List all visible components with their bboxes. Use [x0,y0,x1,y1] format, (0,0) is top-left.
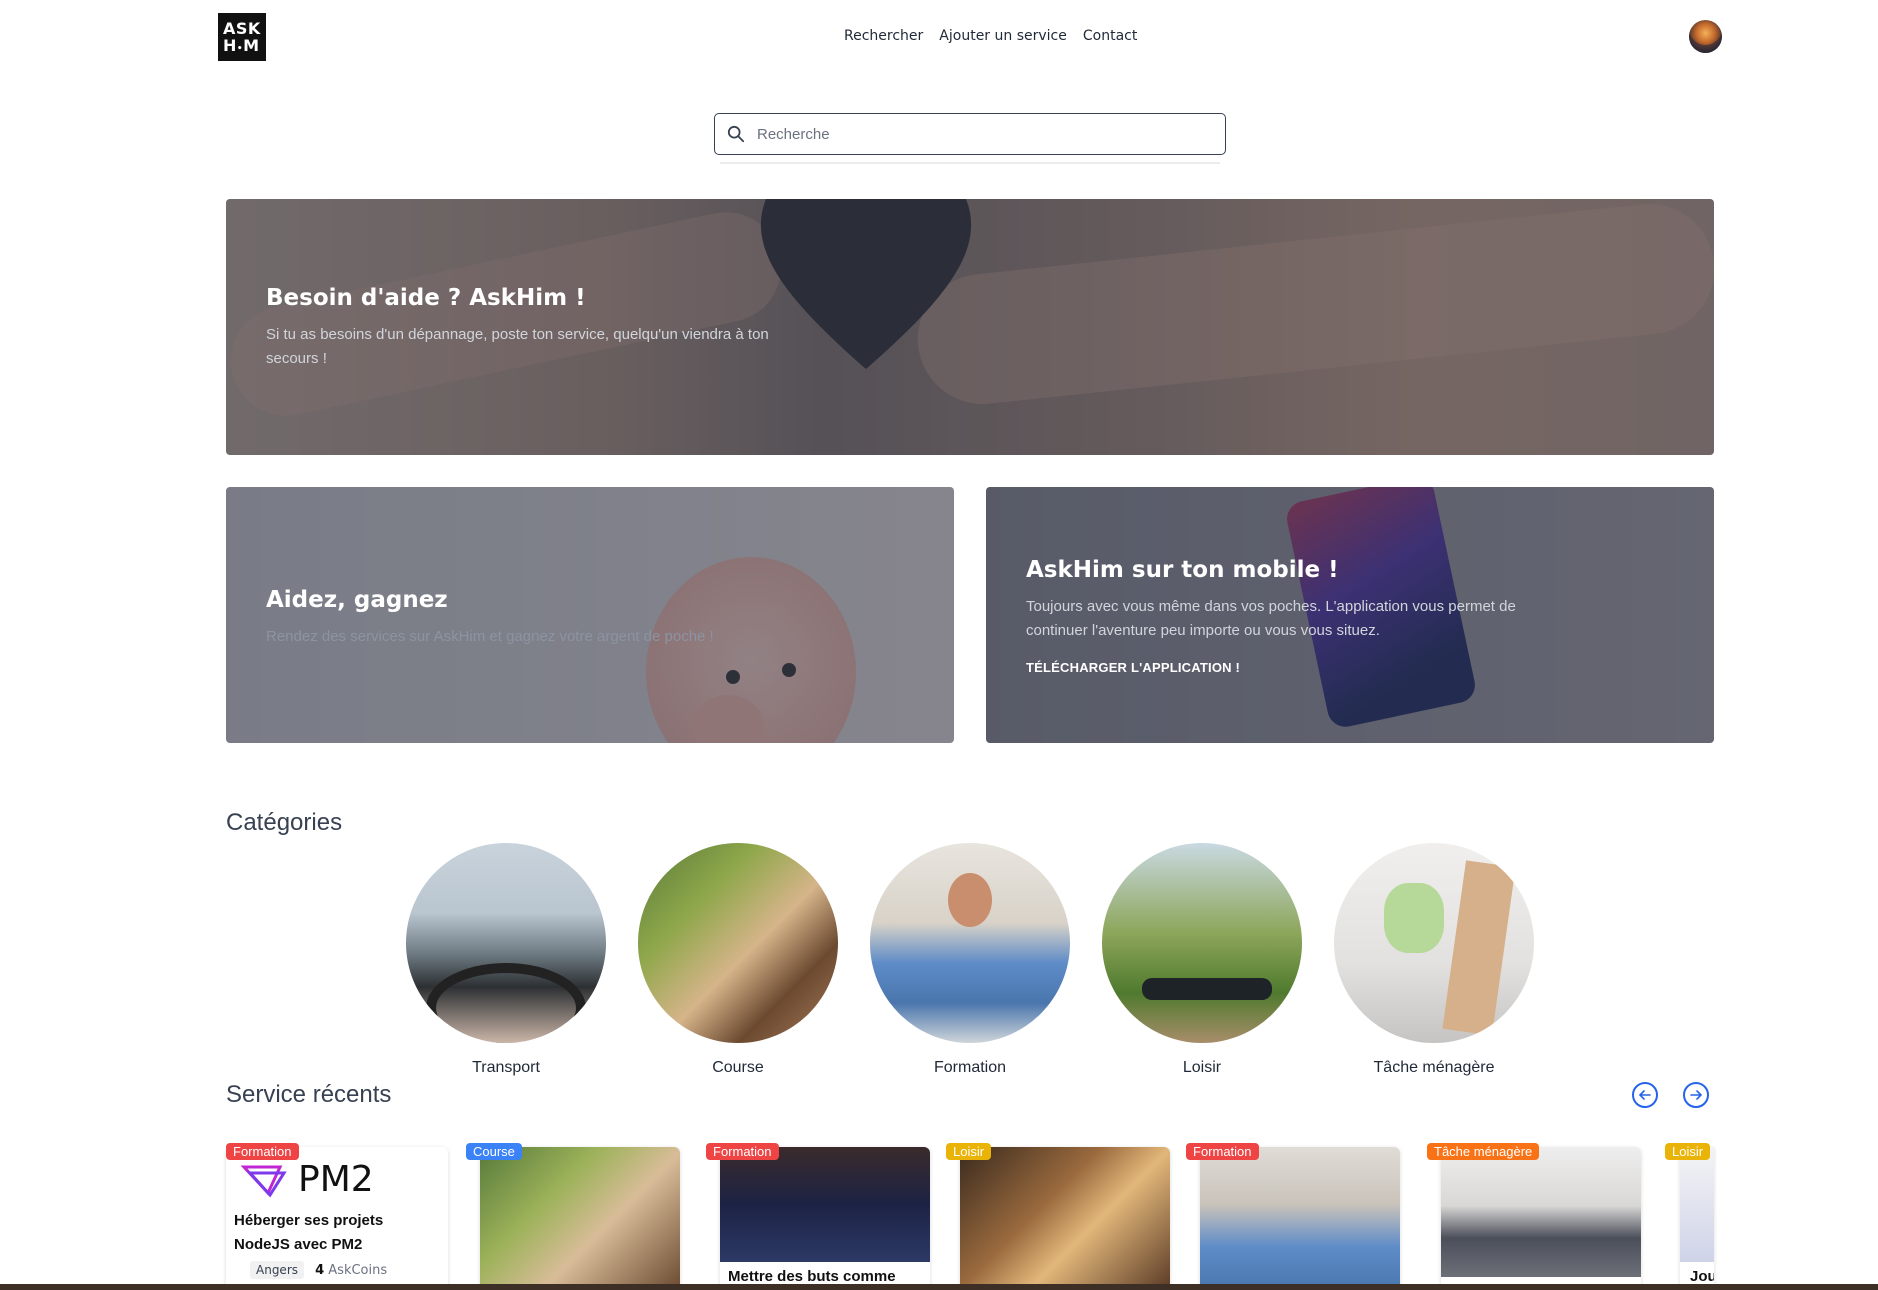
search-divider [720,162,1220,164]
page-bottom-edge [0,1284,1878,1290]
pm2-logo: PM2 [240,1159,440,1200]
friends-beer-image [960,1147,1170,1290]
hero-text: Si tu as besoins d'un dépannage, poste t… [266,326,769,367]
category-label: Course [712,1059,764,1076]
groceries-image [638,843,838,1043]
category-tache-menagere[interactable]: Tâche ménagère [1334,843,1534,1077]
formation-image [1200,1147,1400,1290]
football-image [720,1147,930,1262]
pm2-icon [240,1165,287,1198]
category-transport[interactable]: Transport [406,843,606,1077]
loisir-image [1680,1147,1714,1262]
service-card[interactable] [1200,1147,1400,1290]
formation-image [870,843,1070,1043]
search-icon [727,125,745,143]
service-card[interactable] [1441,1147,1641,1290]
coins-value: 4 AskCoins [315,1263,388,1278]
arrow-left-icon [1638,1090,1651,1100]
hero-title: Besoin d'aide ? AskHim ! [266,285,586,311]
hero-banner: Besoin d'aide ? AskHim ! Si tu as besoin… [226,199,1714,455]
search-input[interactable] [757,125,1197,143]
askhim-logo[interactable]: ASK H•M [218,13,266,61]
nav-rechercher[interactable]: Rechercher [844,28,923,44]
service-card[interactable]: PM2 Héberger ses projets NodeJS avec PM2… [226,1147,448,1290]
service-title: Héberger ses projets NodeJS avec PM2 [234,1212,384,1253]
mobile-title: AskHim sur ton mobile ! [1026,557,1339,583]
groceries-image [480,1147,680,1290]
nav-contact[interactable]: Contact [1083,28,1137,44]
bedroom-image [1441,1147,1641,1277]
earn-banner[interactable]: Aidez, gagnez Rendez des services sur As… [226,487,954,743]
recent-services-title: Service récents [226,1081,392,1108]
service-meta: Angers 4 AskCoins [250,1259,387,1279]
category-badge: Loisir [946,1143,992,1160]
category-label: Transport [472,1059,540,1076]
transport-image [406,843,606,1043]
earn-text: Rendez des services sur AskHim et gagnez… [266,628,714,645]
earn-title: Aidez, gagnez [266,587,448,613]
city-chip: Angers [250,1261,304,1279]
category-badge: Formation [1186,1143,1259,1160]
category-loisir[interactable]: Loisir [1102,843,1302,1077]
download-app-link[interactable]: TÉLÉCHARGER L'APPLICATION ! [1026,660,1240,675]
swing-image [1102,843,1302,1043]
housework-image [1334,843,1534,1043]
service-card[interactable] [480,1147,680,1290]
category-label: Loisir [1182,1059,1222,1076]
user-avatar[interactable] [1689,20,1722,53]
arrow-right-icon [1690,1090,1703,1100]
service-card[interactable]: Jou [1680,1147,1714,1290]
category-badge: Formation [226,1143,299,1160]
search-bar[interactable] [714,113,1226,155]
category-course[interactable]: Course [638,843,838,1077]
category-badge: Tâche ménagère [1427,1143,1540,1160]
main-nav: Rechercher Ajouter un service Contact [844,28,1137,44]
category-label: Tâche ménagère [1373,1059,1495,1076]
categories-title: Catégories [226,809,343,836]
category-badge: Course [466,1143,522,1160]
mobile-banner[interactable]: AskHim sur ton mobile ! Toujours avec vo… [986,487,1714,743]
carousel-prev-button[interactable] [1632,1082,1658,1108]
carousel-next-button[interactable] [1683,1082,1709,1108]
nav-ajouter-service[interactable]: Ajouter un service [939,28,1067,44]
category-label: Formation [933,1059,1007,1076]
service-card[interactable]: Mettre des buts comme [720,1147,930,1290]
category-badge: Formation [706,1143,779,1160]
mobile-text: Toujours avec vous même dans vos poches.… [1026,598,1516,639]
category-formation[interactable]: Formation [870,843,1070,1077]
category-badge: Loisir [1665,1143,1711,1160]
service-card[interactable] [960,1147,1170,1290]
pm2-logo-text: PM2 [298,1159,374,1200]
